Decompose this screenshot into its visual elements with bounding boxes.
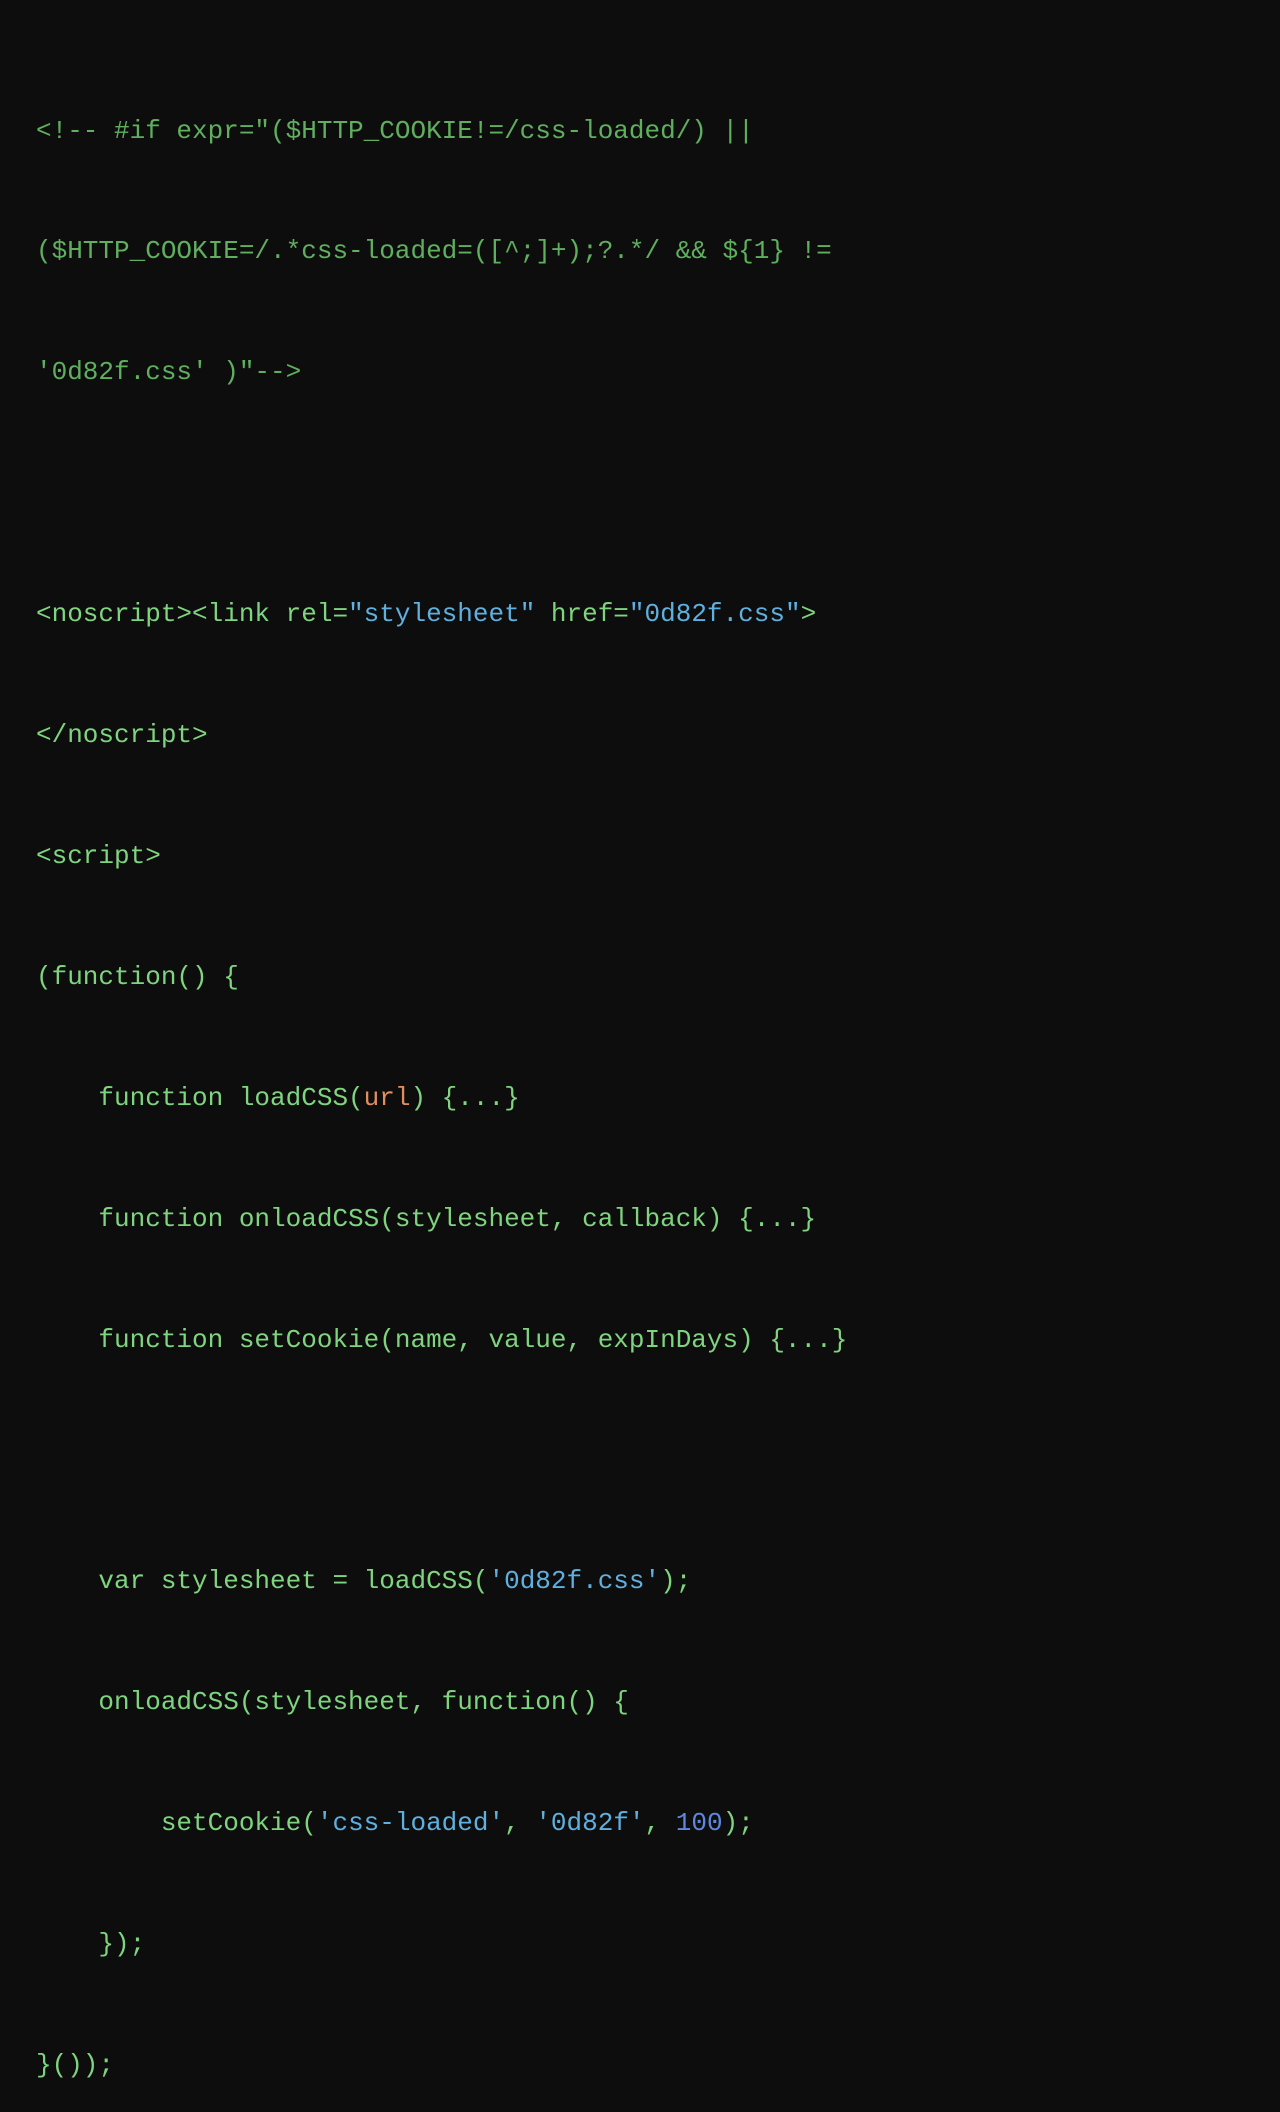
- noscript-close: </noscript>: [36, 715, 1244, 755]
- func-setcookie: function setCookie(name, value, expInDay…: [36, 1320, 1244, 1360]
- var-stylesheet: var stylesheet = loadCSS('0d82f.css');: [36, 1561, 1244, 1601]
- comment-line-3: '0d82f.css' )"-->: [36, 352, 1244, 392]
- script-open: <script>: [36, 836, 1244, 876]
- iife-open: (function() {: [36, 957, 1244, 997]
- callback-close: });: [36, 1924, 1244, 1964]
- iife-close: }());: [36, 2045, 1244, 2085]
- code-viewer: <!-- #if expr="($HTTP_COOKIE!=/css-loade…: [36, 30, 1244, 2112]
- onloadcss-call: onloadCSS(stylesheet, function() {: [36, 1682, 1244, 1722]
- comment-line-1: <!-- #if expr="($HTTP_COOKIE!=/css-loade…: [36, 111, 1244, 151]
- setcookie-call: setCookie('css-loaded', '0d82f', 100);: [36, 1803, 1244, 1843]
- func-loadcss: function loadCSS(url) {...}: [36, 1078, 1244, 1118]
- noscript-open: <noscript><link rel="stylesheet" href="0…: [36, 594, 1244, 634]
- comment-line-2: ($HTTP_COOKIE=/.*css-loaded=([^;]+);?.*/…: [36, 231, 1244, 271]
- func-onloadcss: function onloadCSS(stylesheet, callback)…: [36, 1199, 1244, 1239]
